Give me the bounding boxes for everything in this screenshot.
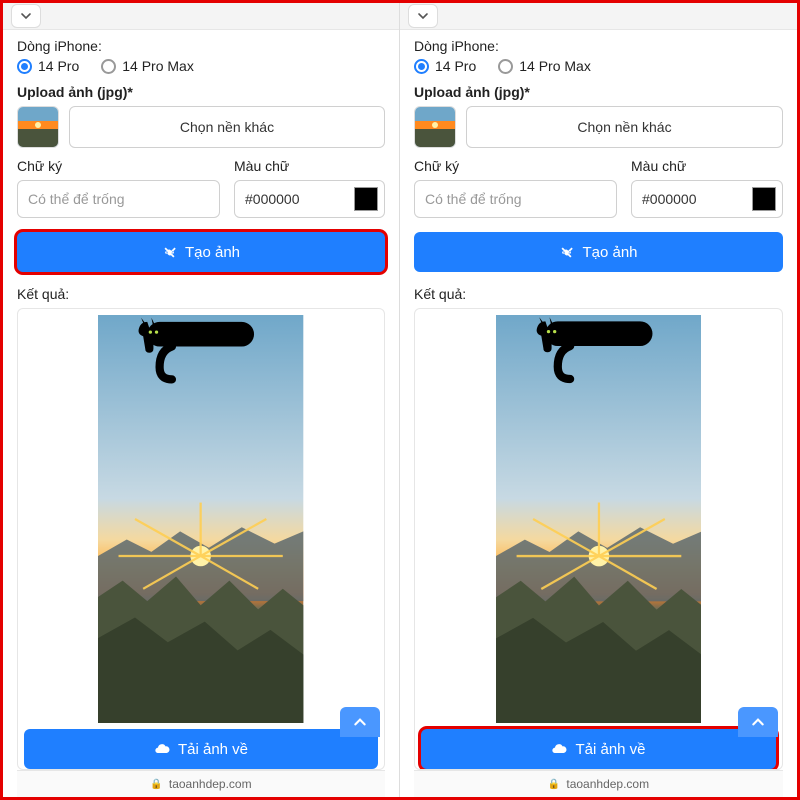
model-radios: 14 Pro 14 Pro Max <box>414 58 783 74</box>
signature-input[interactable] <box>17 180 220 218</box>
signature-label: Chữ ký <box>17 158 220 174</box>
create-image-button[interactable]: Tạo ảnh <box>414 232 783 272</box>
result-label: Kết quả: <box>414 286 783 302</box>
radio-dot-icon <box>101 59 116 74</box>
signature-input[interactable] <box>414 180 617 218</box>
scissors-icon <box>162 245 177 260</box>
radio-14promax[interactable]: 14 Pro Max <box>101 58 194 74</box>
upload-label: Upload ảnh (jpg)* <box>414 84 783 100</box>
radio-14promax-label: 14 Pro Max <box>122 58 194 74</box>
browser-topbar <box>400 3 797 30</box>
scroll-top-button[interactable] <box>340 707 380 737</box>
radio-dot-icon <box>498 59 513 74</box>
result-box: Tải ảnh về <box>414 308 783 770</box>
chevron-down-icon[interactable] <box>11 4 41 28</box>
result-label: Kết quả: <box>17 286 385 302</box>
url-bar: 🔒 taoanhdep.com <box>414 770 783 797</box>
domain-text: taoanhdep.com <box>169 777 252 791</box>
chevron-up-icon <box>353 715 367 729</box>
color-label: Màu chữ <box>631 158 783 174</box>
color-swatch-icon <box>752 187 776 211</box>
create-image-button[interactable]: Tạo ảnh <box>17 232 385 272</box>
upload-thumbnail[interactable] <box>17 106 59 148</box>
model-radios: 14 Pro 14 Pro Max <box>17 58 385 74</box>
domain-text: taoanhdep.com <box>566 777 649 791</box>
scissors-icon <box>559 245 574 260</box>
upload-thumbnail[interactable] <box>414 106 456 148</box>
radio-14pro[interactable]: 14 Pro <box>414 58 476 74</box>
radio-14pro-label: 14 Pro <box>38 58 79 74</box>
create-button-label: Tạo ảnh <box>185 244 240 261</box>
scroll-top-button[interactable] <box>738 707 778 737</box>
download-button-label: Tải ảnh về <box>575 741 645 758</box>
result-image <box>24 315 378 723</box>
color-value: #000000 <box>642 191 752 207</box>
choose-bg-button[interactable]: Chọn nền khác <box>466 106 783 148</box>
signature-label: Chữ ký <box>414 158 617 174</box>
choose-bg-button[interactable]: Chọn nền khác <box>69 106 385 148</box>
radio-dot-icon <box>414 59 429 74</box>
color-label: Màu chữ <box>234 158 385 174</box>
result-box: Tải ảnh về <box>17 308 385 770</box>
radio-14pro-label: 14 Pro <box>435 58 476 74</box>
lock-icon: 🔒 <box>548 779 560 790</box>
download-image-button[interactable]: Tải ảnh về <box>24 729 378 769</box>
lock-icon: 🔒 <box>150 779 162 790</box>
download-button-label: Tải ảnh về <box>178 741 248 758</box>
radio-14promax[interactable]: 14 Pro Max <box>498 58 591 74</box>
chevron-up-icon <box>751 715 765 729</box>
chevron-down-icon[interactable] <box>408 4 438 28</box>
url-bar: 🔒 taoanhdep.com <box>17 770 385 797</box>
cloud-download-icon <box>154 741 170 757</box>
radio-dot-icon <box>17 59 32 74</box>
color-value: #000000 <box>245 191 354 207</box>
color-swatch-icon <box>354 187 378 211</box>
create-button-label: Tạo ảnh <box>582 244 637 261</box>
browser-topbar <box>3 3 399 30</box>
color-input[interactable]: #000000 <box>234 180 385 218</box>
model-label: Dòng iPhone: <box>414 38 783 54</box>
download-image-button[interactable]: Tải ảnh về <box>421 729 776 769</box>
radio-14pro[interactable]: 14 Pro <box>17 58 79 74</box>
cloud-download-icon <box>551 741 567 757</box>
color-input[interactable]: #000000 <box>631 180 783 218</box>
model-label: Dòng iPhone: <box>17 38 385 54</box>
upload-label: Upload ảnh (jpg)* <box>17 84 385 100</box>
result-image <box>421 315 776 723</box>
radio-14promax-label: 14 Pro Max <box>519 58 591 74</box>
